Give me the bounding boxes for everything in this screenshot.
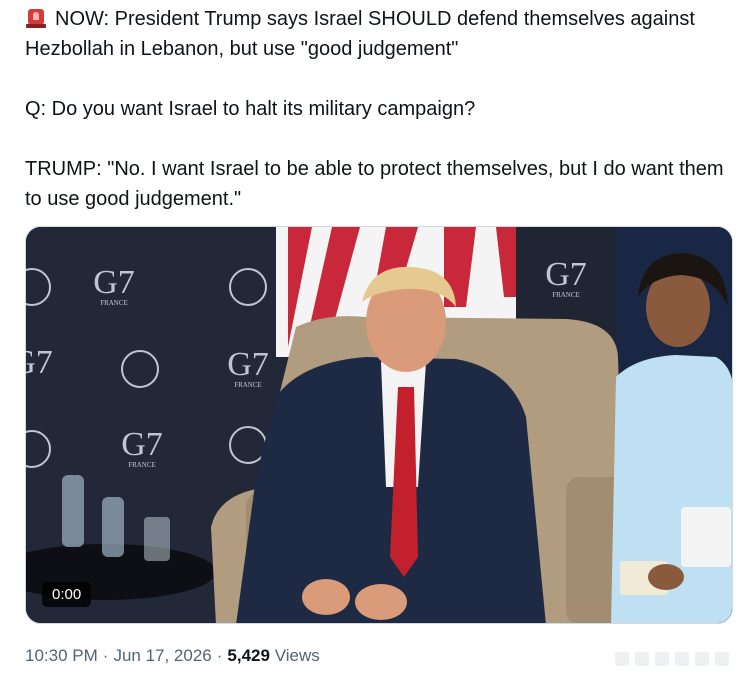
svg-text:G7: G7 — [121, 426, 163, 463]
tweet-quote: TRUMP: "No. I want Israel to be able to … — [25, 158, 724, 210]
meta-separator: · — [102, 646, 109, 665]
meta-separator: · — [216, 646, 223, 665]
svg-text:FRANCE: FRANCE — [234, 381, 262, 389]
svg-text:G7: G7 — [93, 264, 135, 301]
tweet-time[interactable]: 10:30 PM — [25, 646, 98, 665]
watermark-fade — [595, 642, 754, 674]
svg-text:FRANCE: FRANCE — [552, 291, 580, 299]
tweet-date[interactable]: Jun 17, 2026 — [113, 646, 211, 665]
tweet-meta: 10:30 PM · Jun 17, 2026 · 5,429 Views — [25, 646, 320, 666]
tweet-text: NOW: President Trump says Israel SHOULD … — [25, 4, 740, 214]
tweet-headline-line: NOW: President Trump says Israel SHOULD … — [25, 4, 740, 64]
tweet-headline: NOW: President Trump says Israel SHOULD … — [25, 8, 695, 60]
svg-text:FRANCE: FRANCE — [100, 299, 128, 307]
rotating-light-icon — [25, 6, 47, 28]
svg-text:G7: G7 — [545, 256, 587, 293]
tweet-question: Q: Do you want Israel to halt its milita… — [25, 98, 476, 120]
views-label: Views — [274, 646, 320, 665]
video-duration: 0:00 — [42, 582, 92, 607]
svg-text:FRANCE: FRANCE — [128, 461, 156, 469]
video-frame: G7 FRANCE G7 FRANCE G7 FRANCE G7 FRANCE … — [26, 227, 732, 623]
views-count: 5,429 — [227, 646, 270, 665]
svg-text:G7: G7 — [227, 346, 269, 383]
video-player[interactable]: G7 FRANCE G7 FRANCE G7 FRANCE G7 FRANCE … — [25, 226, 733, 624]
svg-text:G7: G7 — [26, 344, 53, 381]
